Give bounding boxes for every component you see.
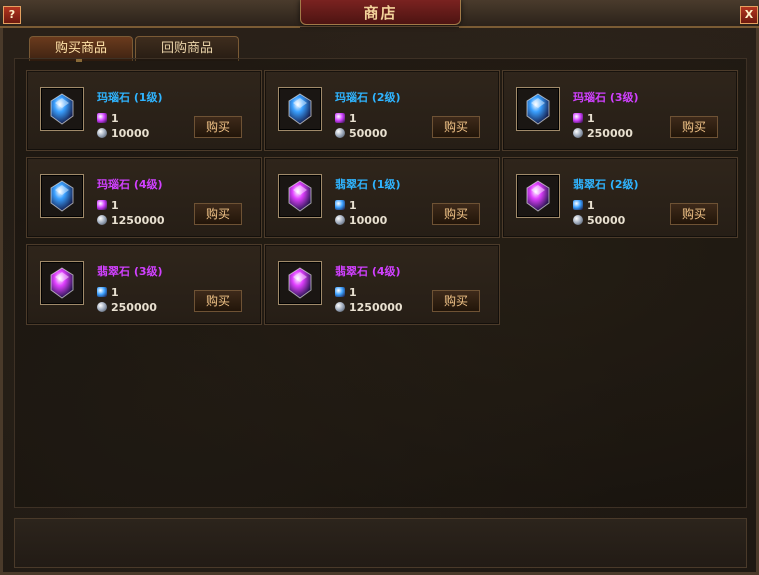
item-name: 玛瑙石 (4级)	[97, 178, 163, 191]
title-divider-left	[0, 26, 300, 28]
gem-cost-qty: 1	[349, 112, 357, 125]
currency-gem-icon	[97, 287, 107, 297]
purple-gem-icon[interactable]	[516, 174, 560, 218]
item-name: 翡翠石 (1级)	[335, 178, 401, 191]
silver-cost: 1250000	[349, 301, 403, 314]
purple-gem-icon[interactable]	[278, 261, 322, 305]
silver-cost-row: 10000	[97, 127, 149, 141]
gem-cost-row: 1	[97, 199, 119, 213]
silver-coin-icon	[573, 128, 583, 138]
shop-item-card: 翡翠石 (1级) 1 10000 购买	[264, 157, 500, 238]
currency-gem-icon	[335, 287, 345, 297]
silver-coin-icon	[335, 302, 345, 312]
gem-cost-row: 1	[335, 112, 357, 126]
gem-cost-row: 1	[335, 199, 357, 213]
currency-gem-icon	[97, 200, 107, 210]
currency-gem-icon	[573, 113, 583, 123]
purple-gem-icon[interactable]	[278, 174, 322, 218]
window-title: 商店	[363, 4, 398, 22]
buy-button[interactable]: 购买	[432, 203, 480, 225]
buy-button[interactable]: 购买	[432, 116, 480, 138]
buy-button[interactable]: 购买	[670, 116, 718, 138]
item-name: 翡翠石 (2级)	[573, 178, 639, 191]
buy-button[interactable]: 购买	[194, 203, 242, 225]
close-button[interactable]: X	[740, 6, 758, 24]
gem-cost-row: 1	[97, 112, 119, 126]
silver-cost-row: 10000	[335, 214, 387, 228]
silver-cost: 50000	[587, 214, 626, 227]
blue-gem-icon[interactable]	[278, 87, 322, 131]
item-name: 玛瑙石 (2级)	[335, 91, 401, 104]
silver-cost: 1250000	[111, 214, 165, 227]
shop-item-card: 玛瑙石 (4级) 1 1250000 购买	[26, 157, 262, 238]
currency-gem-icon	[573, 200, 583, 210]
buy-button[interactable]: 购买	[194, 116, 242, 138]
silver-coin-icon	[335, 128, 345, 138]
blue-gem-icon[interactable]	[40, 174, 84, 218]
shop-item-card: 翡翠石 (4级) 1 1250000 购买	[264, 244, 500, 325]
silver-cost-row: 50000	[335, 127, 387, 141]
purple-gem-icon[interactable]	[40, 261, 84, 305]
gem-cost-qty: 1	[587, 112, 595, 125]
gem-cost-qty: 1	[111, 199, 119, 212]
gem-cost-row: 1	[573, 112, 595, 126]
gem-cost-row: 1	[335, 286, 357, 300]
gem-cost-qty: 1	[587, 199, 595, 212]
shop-item-card: 玛瑙石 (2级) 1 50000 购买	[264, 70, 500, 151]
silver-cost-row: 1250000	[335, 301, 403, 315]
bottom-bar	[14, 518, 747, 568]
currency-gem-icon	[335, 113, 345, 123]
silver-cost: 250000	[111, 301, 157, 314]
silver-cost: 10000	[111, 127, 150, 140]
item-name: 翡翠石 (4级)	[335, 265, 401, 278]
silver-cost-row: 1250000	[97, 214, 165, 228]
currency-gem-icon	[97, 113, 107, 123]
silver-cost-row: 50000	[573, 214, 625, 228]
buy-button[interactable]: 购买	[432, 290, 480, 312]
gem-cost-qty: 1	[111, 286, 119, 299]
shop-item-card: 翡翠石 (3级) 1 250000 购买	[26, 244, 262, 325]
title-plate: 商店	[300, 0, 461, 25]
silver-coin-icon	[97, 128, 107, 138]
item-name: 玛瑙石 (3级)	[573, 91, 639, 104]
currency-gem-icon	[335, 200, 345, 210]
gem-cost-row: 1	[573, 199, 595, 213]
gem-cost-qty: 1	[111, 112, 119, 125]
title-divider-right	[459, 26, 759, 28]
item-name: 翡翠石 (3级)	[97, 265, 163, 278]
silver-coin-icon	[97, 215, 107, 225]
gem-cost-qty: 1	[349, 199, 357, 212]
buy-button[interactable]: 购买	[670, 203, 718, 225]
blue-gem-icon[interactable]	[40, 87, 84, 131]
silver-cost-row: 250000	[573, 127, 633, 141]
shop-item-card: 玛瑙石 (3级) 1 250000 购买	[502, 70, 738, 151]
silver-cost: 10000	[349, 214, 388, 227]
shop-item-card: 玛瑙石 (1级) 1 10000 购买	[26, 70, 262, 151]
gem-cost-qty: 1	[349, 286, 357, 299]
silver-cost: 50000	[349, 127, 388, 140]
shop-item-card: 翡翠石 (2级) 1 50000 购买	[502, 157, 738, 238]
silver-coin-icon	[97, 302, 107, 312]
item-name: 玛瑙石 (1级)	[97, 91, 163, 104]
silver-coin-icon	[573, 215, 583, 225]
silver-coin-icon	[335, 215, 345, 225]
help-button[interactable]: ?	[3, 6, 21, 24]
silver-cost: 250000	[587, 127, 633, 140]
blue-gem-icon[interactable]	[516, 87, 560, 131]
gem-cost-row: 1	[97, 286, 119, 300]
silver-cost-row: 250000	[97, 301, 157, 315]
buy-button[interactable]: 购买	[194, 290, 242, 312]
